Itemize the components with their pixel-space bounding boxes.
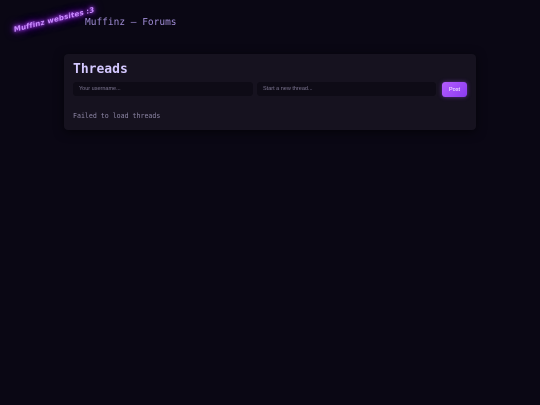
new-thread-input[interactable] [257, 82, 436, 96]
threads-panel: Threads Post Failed to load threads [64, 54, 476, 130]
username-input[interactable] [73, 82, 253, 96]
site-logo[interactable]: Muffinz websites :3 [12, 5, 96, 37]
site-title: Muffinz — Forums [85, 17, 177, 28]
status-message: Failed to load threads [73, 112, 161, 120]
page-title: Threads [73, 62, 128, 77]
post-button[interactable]: Post [442, 82, 467, 97]
